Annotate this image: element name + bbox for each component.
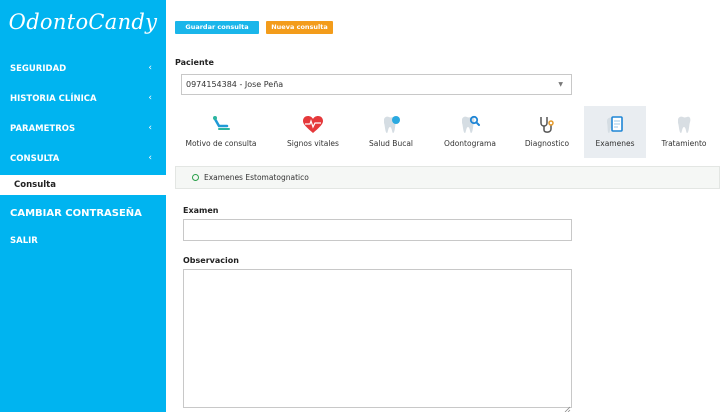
chevron-down-icon: ▼ [558, 81, 563, 88]
tab-motivo-de-consulta[interactable]: Motivo de consulta [175, 106, 267, 158]
heartbeat-icon [302, 115, 324, 135]
tooth-search-icon [459, 115, 481, 135]
sidebar-item-cambiar-contrasena[interactable]: CAMBIAR CONTRASEÑA [0, 202, 166, 224]
sidebar-item-historia-clinica[interactable]: HISTORIA CLÍNICA ‹ [0, 88, 166, 110]
tab-salud-bucal[interactable]: Salud Bucal [359, 106, 423, 158]
chevron-left-icon: ‹ [148, 63, 152, 73]
tooth-icon [673, 115, 695, 135]
patient-label: Paciente [175, 58, 214, 67]
sidebar-subitem-consulta[interactable]: Consulta [0, 175, 166, 195]
sidebar-item-salir[interactable]: SALIR [0, 230, 166, 252]
app-window: OdontoCandy SEGURIDAD ‹ HISTORIA CLÍNICA… [0, 0, 720, 412]
tab-label: Salud Bucal [368, 139, 414, 148]
save-consultation-button[interactable]: Guardar consulta [175, 21, 259, 34]
tab-diagnostico[interactable]: Diagnostico [512, 106, 582, 158]
section-header[interactable]: Examenes Estomatognatico [175, 166, 720, 189]
tooth-shield-icon [380, 115, 402, 135]
tab-label: Tratamiento [661, 139, 707, 148]
chevron-left-icon: ‹ [148, 93, 152, 103]
sidebar: OdontoCandy SEGURIDAD ‹ HISTORIA CLÍNICA… [0, 0, 166, 412]
chevron-left-icon: ‹ [148, 153, 152, 163]
chevron-left-icon: ‹ [148, 123, 152, 133]
sidebar-item-label: PARAMETROS [10, 124, 76, 134]
app-logo[interactable]: OdontoCandy [0, 10, 166, 34]
tab-signos-vitales[interactable]: Signos vitales [270, 106, 356, 158]
sidebar-item-consulta[interactable]: CONSULTA ‹ [0, 148, 166, 170]
tab-label: Diagnostico [524, 139, 570, 148]
consultation-tabs: Motivo de consulta Signos vitales Salud … [175, 106, 720, 158]
tab-tratamiento[interactable]: Tratamiento [648, 106, 720, 158]
resize-handle-icon[interactable] [563, 398, 571, 412]
observacion-textarea[interactable] [183, 269, 572, 408]
examen-input[interactable] [183, 219, 572, 241]
observacion-label: Observacion [183, 256, 239, 265]
new-consultation-button[interactable]: Nueva consulta [266, 21, 333, 34]
examen-label: Examen [183, 206, 219, 215]
tab-label: Motivo de consulta [185, 139, 257, 148]
patient-select[interactable]: 0974154384 - Jose Peña ▼ [181, 74, 572, 95]
patient-select-value: 0974154384 - Jose Peña [186, 80, 284, 89]
tooth-clipboard-icon [604, 115, 626, 135]
tab-label: Odontograma [444, 139, 496, 148]
sidebar-item-label: HISTORIA CLÍNICA [10, 94, 97, 104]
tab-odontograma[interactable]: Odontograma [430, 106, 510, 158]
tab-examenes[interactable]: Examenes [584, 106, 646, 158]
sidebar-item-label: SEGURIDAD [10, 64, 67, 74]
sidebar-item-parametros[interactable]: PARAMETROS ‹ [0, 118, 166, 140]
sidebar-item-seguridad[interactable]: SEGURIDAD ‹ [0, 58, 166, 80]
tab-label: Signos vitales [287, 139, 339, 148]
sidebar-item-label: CONSULTA [10, 154, 60, 164]
dental-chair-icon [210, 115, 232, 135]
section-title: Examenes Estomatognatico [204, 173, 309, 182]
tab-label: Examenes [595, 139, 635, 148]
stethoscope-icon [536, 115, 558, 135]
circle-icon [192, 174, 199, 181]
